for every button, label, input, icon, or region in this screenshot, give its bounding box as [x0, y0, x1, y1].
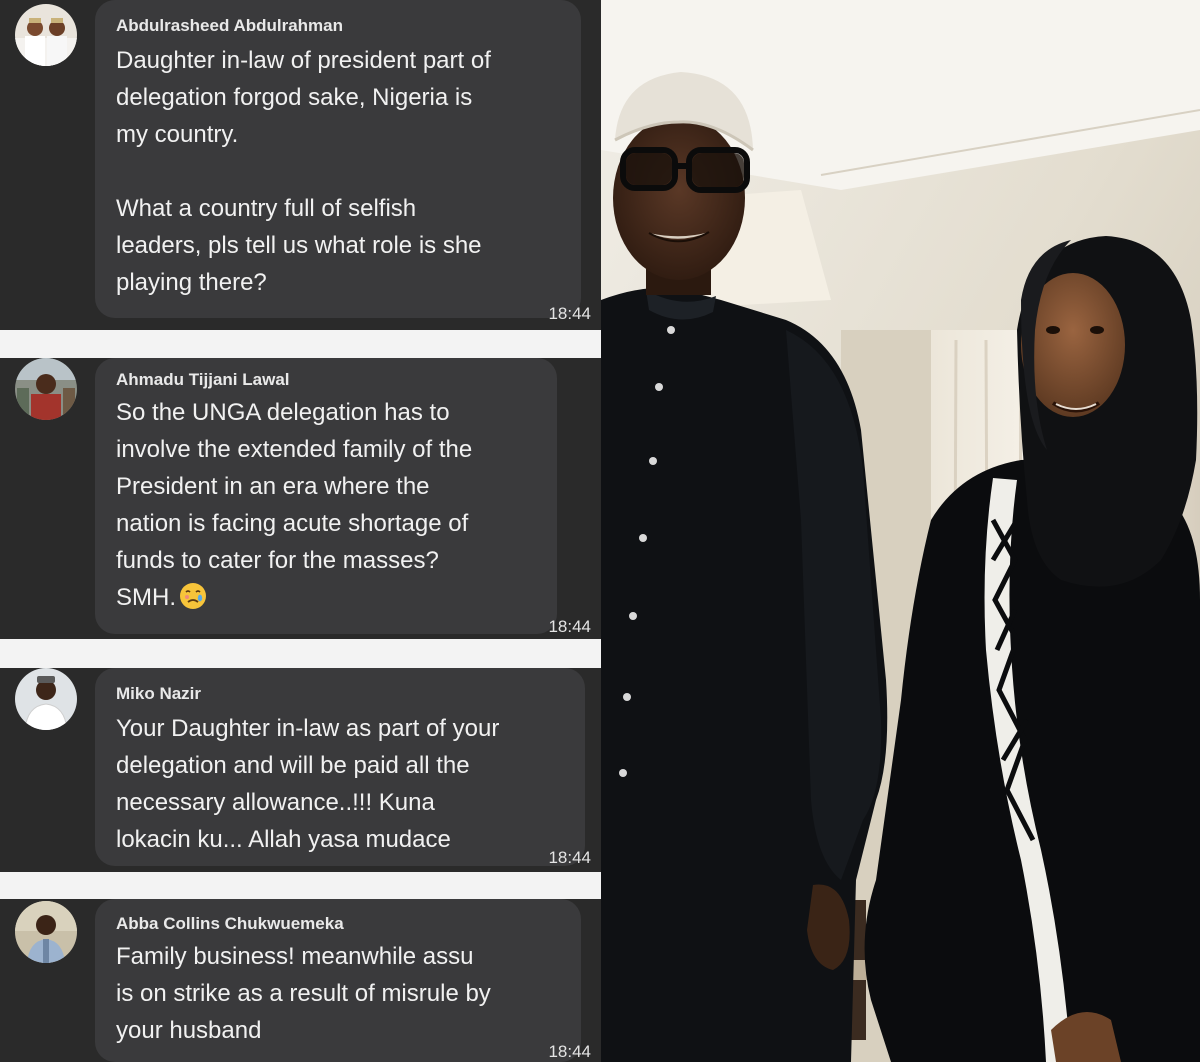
avatar[interactable] [15, 358, 77, 420]
comment-time: 18:44 [548, 304, 591, 323]
avatar[interactable] [15, 4, 77, 66]
comment-text: Daughter in-law of president part of del… [116, 47, 491, 296]
profile-photo-icon [15, 4, 77, 66]
photo-of-two-people-icon [601, 0, 1200, 1062]
crying-face-emoji [180, 583, 206, 609]
comment-author[interactable]: Ahmadu Tijjani Lawal [116, 370, 290, 390]
profile-photo-icon [15, 901, 77, 963]
comment-time: 18:44 [548, 617, 591, 636]
comment-author[interactable]: Miko Nazir [116, 684, 201, 704]
comment-author[interactable]: Abdulrasheed Abdulrahman [116, 16, 343, 36]
comment-item: Abdulrasheed Abdulrahman Daughter in-law… [0, 0, 601, 330]
comment-list: Abdulrasheed Abdulrahman Daughter in-law… [0, 0, 601, 1062]
comment-text: Your Daughter in-law as part of your del… [116, 715, 500, 853]
comment-item: Ahmadu Tijjani Lawal So the UNGA delegat… [0, 358, 601, 639]
comment-item: Miko Nazir Your Daughter in-law as part … [0, 668, 601, 872]
profile-photo-icon [15, 668, 77, 730]
comment-item: Abba Collins Chukwuemeka Family business… [0, 899, 601, 1062]
profile-photo-icon [15, 358, 77, 420]
avatar[interactable] [15, 901, 77, 963]
comment-text: Family business! meanwhile assu is on st… [116, 943, 491, 1044]
comment-author[interactable]: Abba Collins Chukwuemeka [116, 914, 344, 934]
comment-text: So the UNGA delegation has to involve th… [116, 399, 473, 611]
comment-time: 18:44 [548, 848, 591, 867]
avatar[interactable] [15, 668, 77, 730]
comment-time: 18:44 [548, 1042, 591, 1061]
